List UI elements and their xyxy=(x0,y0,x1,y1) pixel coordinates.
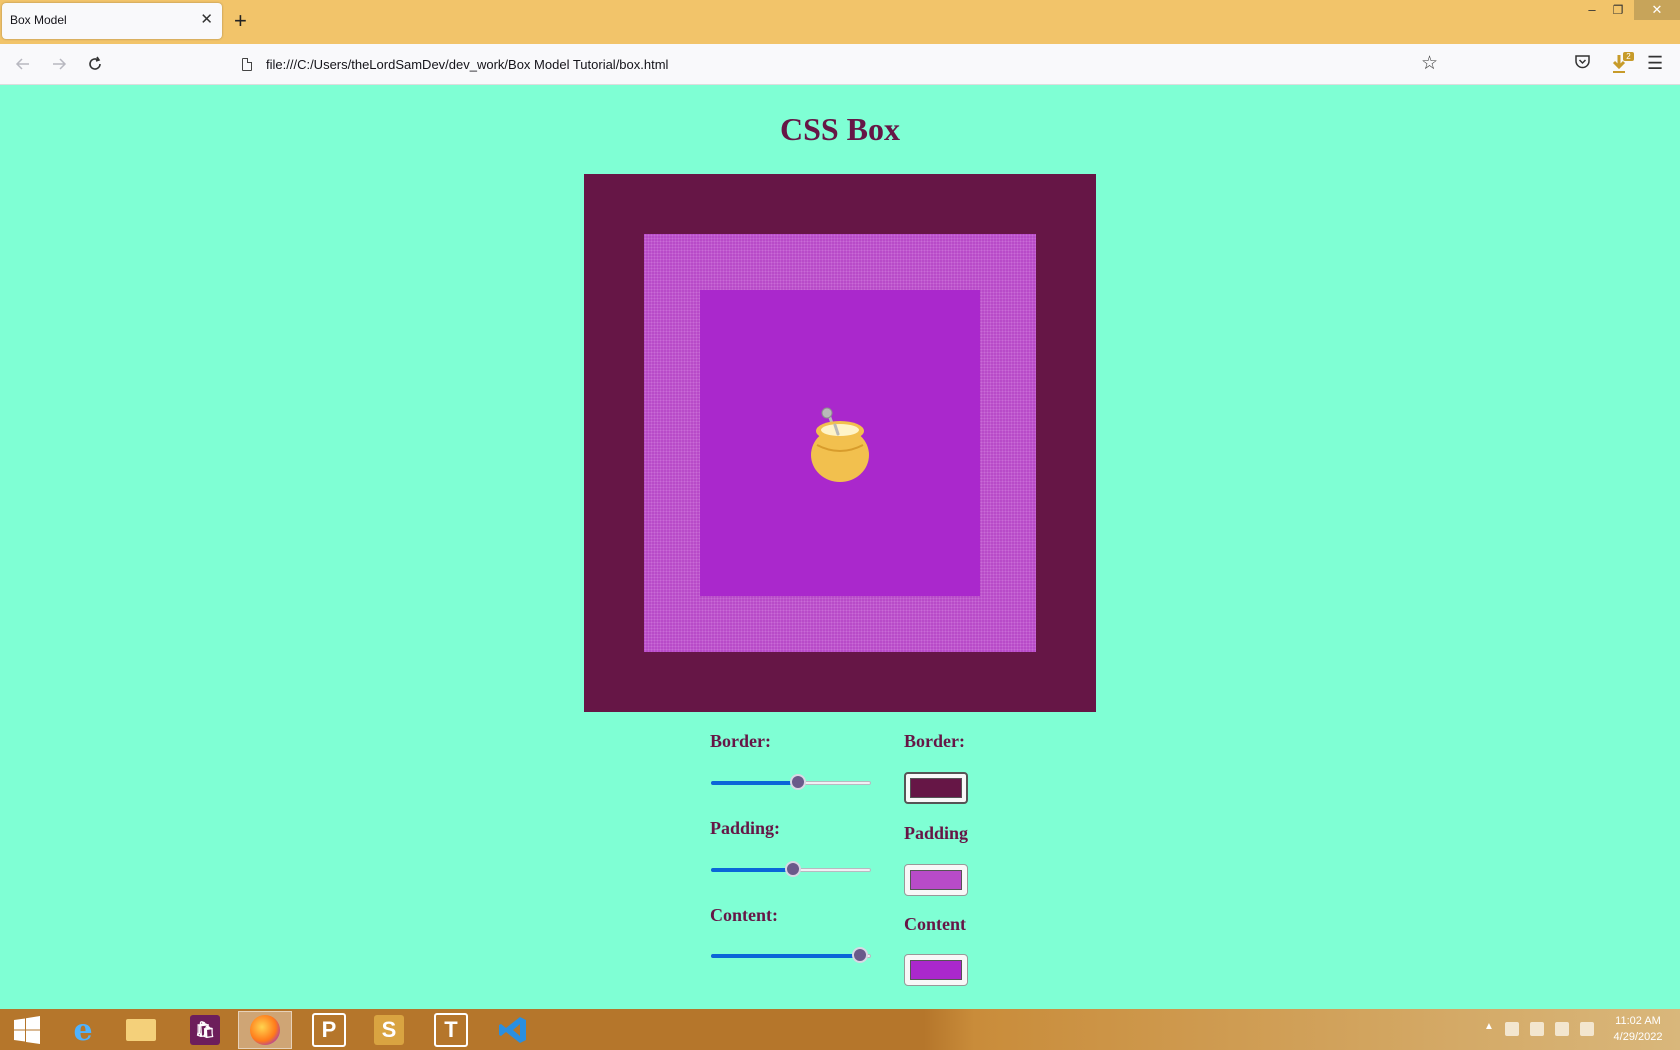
border-size-label: Border: xyxy=(710,731,771,751)
content-color-picker[interactable] xyxy=(904,954,968,986)
reload-icon xyxy=(89,56,101,70)
css-box-padding xyxy=(644,234,1036,652)
slider-fill xyxy=(711,954,861,958)
close-window-button[interactable]: ✕ xyxy=(1634,0,1680,20)
address-bar[interactable]: file:///C:/Users/theLordSamDev/dev_work/… xyxy=(238,49,1436,79)
border-size-slider[interactable] xyxy=(711,774,871,792)
content-color-chip xyxy=(910,960,962,980)
slider-fill xyxy=(711,781,799,785)
tab-title: Box Model xyxy=(10,13,67,27)
css-box-border xyxy=(584,174,1096,712)
border-color-picker[interactable] xyxy=(904,772,968,804)
content-color-label: Content xyxy=(904,914,966,934)
hamburger-menu-icon[interactable]: ☰ xyxy=(1647,51,1663,75)
windows-taskbar: e 🛍 P S T ▲ 11:02 AM 4/29/2022 xyxy=(0,1009,1680,1050)
page-viewport: CSS Box Border: Padding: Content: Border… xyxy=(0,85,1680,1009)
file-icon xyxy=(242,57,252,71)
taskbar-store[interactable]: 🛍 xyxy=(178,1011,232,1049)
arrow-left-icon xyxy=(15,58,29,70)
internet-explorer-icon: e xyxy=(73,1012,93,1048)
clock-time: 11:02 AM xyxy=(1615,1015,1661,1027)
border-color-chip xyxy=(910,778,962,798)
system-clock[interactable]: 11:02 AM 4/29/2022 xyxy=(1600,1013,1676,1045)
honey-pot-icon xyxy=(811,407,869,482)
volume-icon[interactable] xyxy=(1580,1022,1594,1036)
padding-size-slider[interactable] xyxy=(711,861,871,879)
arrow-right-icon xyxy=(53,58,67,70)
firefox-icon xyxy=(250,1015,280,1045)
slider-thumb[interactable] xyxy=(790,774,806,790)
content-size-label: Content: xyxy=(710,905,778,925)
battery-icon[interactable] xyxy=(1530,1022,1544,1036)
taskbar-file-explorer[interactable] xyxy=(114,1011,168,1049)
css-box-content xyxy=(700,290,980,596)
reload-button[interactable] xyxy=(83,52,107,76)
app-t-icon: T xyxy=(434,1013,468,1047)
start-button[interactable] xyxy=(0,1011,54,1049)
new-tab-button[interactable]: + xyxy=(234,8,247,34)
maximize-button[interactable]: ❐ xyxy=(1603,0,1633,20)
slider-thumb[interactable] xyxy=(852,947,868,963)
app-p-icon: P xyxy=(312,1013,346,1047)
forward-button[interactable] xyxy=(47,52,71,76)
padding-color-label: Padding xyxy=(904,823,969,843)
padding-color-picker[interactable] xyxy=(904,864,968,896)
file-explorer-icon xyxy=(126,1019,156,1041)
back-button[interactable] xyxy=(11,52,35,76)
taskbar-app-p[interactable]: P xyxy=(302,1011,356,1049)
vscode-icon xyxy=(499,1017,526,1043)
tab-close-icon[interactable]: ✕ xyxy=(200,11,213,29)
padding-size-label: Padding: xyxy=(710,818,781,838)
windows-logo-icon xyxy=(14,1016,40,1044)
page-title: CSS Box xyxy=(779,111,901,147)
padding-color-chip xyxy=(910,870,962,890)
url-text[interactable]: file:///C:/Users/theLordSamDev/dev_work/… xyxy=(266,57,668,72)
tray-expand-icon[interactable]: ▲ xyxy=(1484,1021,1494,1032)
tab-box-model[interactable]: Box Model ✕ xyxy=(2,3,222,39)
taskbar-internet-explorer[interactable]: e xyxy=(56,1011,110,1049)
bookmark-star-icon[interactable]: ☆ xyxy=(1421,52,1438,76)
slider-fill xyxy=(711,868,794,872)
tab-bar: Box Model ✕ + – ❐ ✕ xyxy=(0,0,1680,44)
app-s-icon: S xyxy=(374,1015,404,1045)
store-icon: 🛍 xyxy=(190,1015,220,1045)
download-count-badge: 2 xyxy=(1623,52,1634,61)
clock-date: 4/29/2022 xyxy=(1613,1031,1663,1043)
taskbar-firefox[interactable] xyxy=(238,1011,292,1049)
pocket-icon[interactable] xyxy=(1574,53,1591,70)
taskbar-app-s[interactable]: S xyxy=(362,1011,416,1049)
downloads-button[interactable]: 2 xyxy=(1609,51,1634,75)
taskbar-vscode[interactable] xyxy=(486,1011,540,1049)
content-size-slider[interactable] xyxy=(711,947,871,965)
border-color-label: Border: xyxy=(904,731,965,751)
slider-thumb[interactable] xyxy=(785,861,801,877)
taskbar-app-t[interactable]: T xyxy=(424,1011,478,1049)
network-icon[interactable] xyxy=(1555,1022,1569,1036)
navigation-bar: file:///C:/Users/theLordSamDev/dev_work/… xyxy=(0,44,1680,85)
action-center-flag-icon[interactable] xyxy=(1505,1022,1519,1036)
